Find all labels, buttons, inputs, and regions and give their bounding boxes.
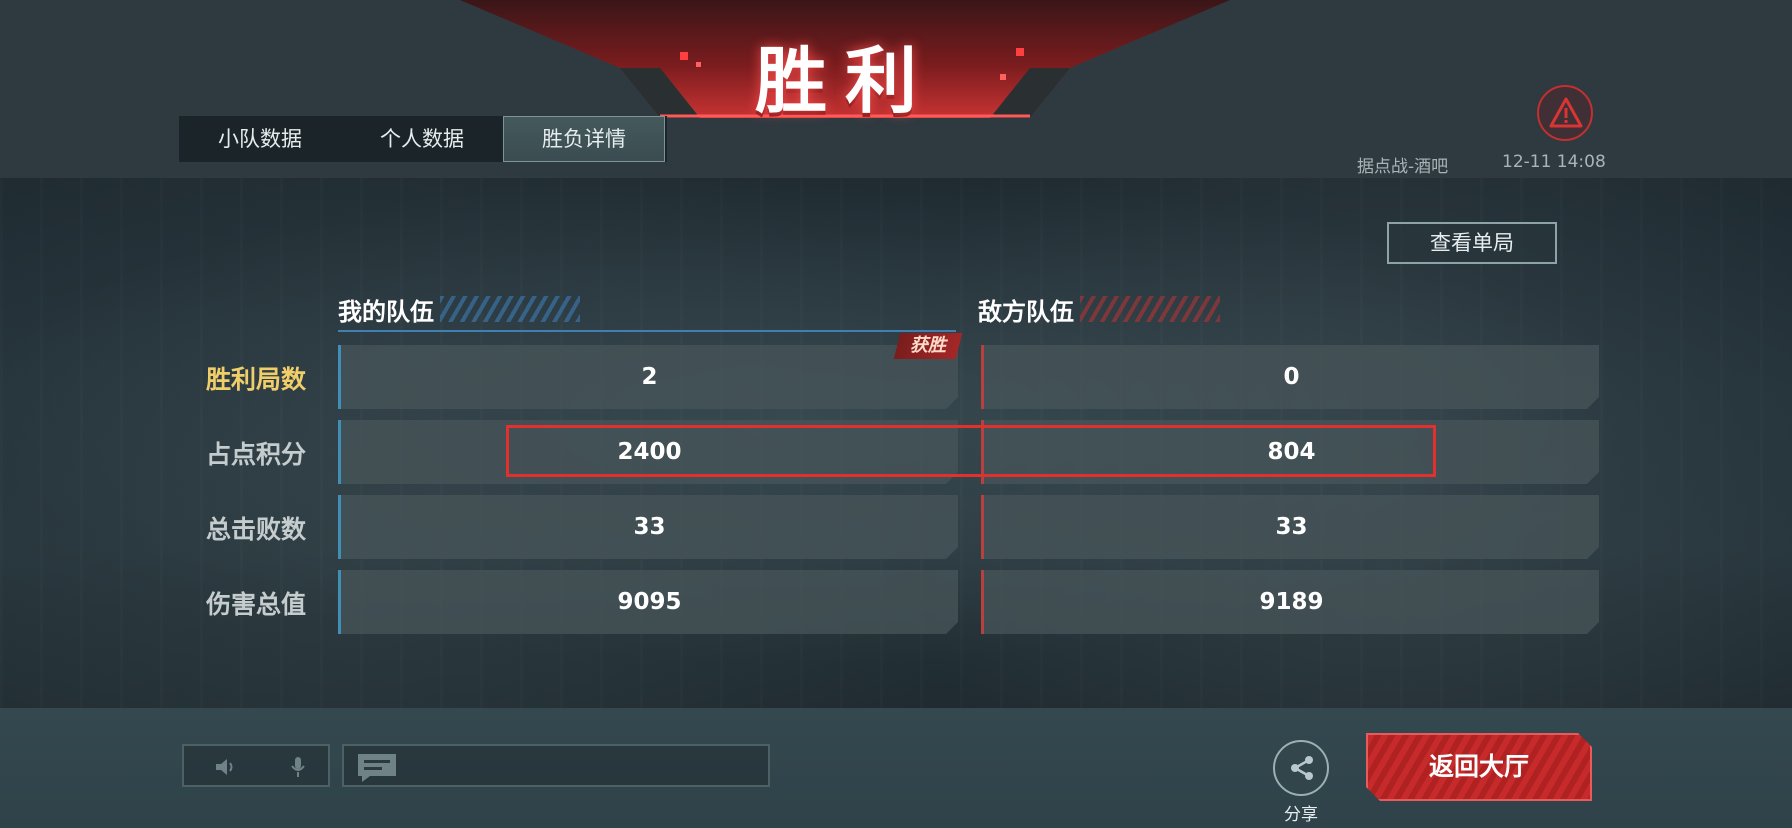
return-to-lobby-button[interactable]: 返回大厅 (1366, 733, 1592, 801)
report-button[interactable] (1537, 85, 1593, 141)
my-rounds-won: 2 (338, 345, 958, 409)
my-team-stripe (440, 296, 580, 322)
map-name: 据点战-酒吧 (1357, 157, 1449, 177)
stat-label-capture-points: 占点积分 (205, 440, 306, 469)
victory-banner: 胜利 (460, 0, 1230, 123)
speaker-icon[interactable] (214, 756, 238, 778)
my-total-damage: 9095 (338, 570, 958, 634)
enemy-team-label: 敌方队伍 (978, 298, 1074, 326)
enemy-team-stripe (1080, 296, 1220, 322)
share-label: 分享 (1284, 805, 1318, 825)
stat-label-total-kills: 总击败数 (205, 515, 306, 544)
share-button[interactable] (1273, 740, 1329, 796)
stat-label-rounds-won: 胜利局数 (205, 365, 306, 394)
result-tabs: 小队数据 个人数据 胜负详情 (179, 116, 667, 162)
victory-title: 胜利 (754, 39, 935, 123)
tab-squad-data[interactable]: 小队数据 (179, 116, 341, 162)
highlight-box (506, 425, 1436, 477)
my-team-label: 我的队伍 (338, 298, 434, 326)
victory-badge: 获胜 (893, 333, 963, 359)
chat-bubble-icon (358, 754, 396, 782)
my-total-kills: 33 (338, 495, 958, 559)
enemy-team-header: 敌方队伍 (978, 292, 1598, 330)
tab-win-loss-details[interactable]: 胜负详情 (503, 116, 665, 162)
enemy-total-kills: 33 (981, 495, 1599, 559)
chat-input[interactable] (342, 744, 770, 787)
enemy-rounds-won: 0 (981, 345, 1599, 409)
stat-label-total-damage: 伤害总值 (205, 590, 306, 619)
warning-icon (1549, 97, 1583, 128)
enemy-total-damage: 9189 (981, 570, 1599, 634)
view-single-round-button[interactable]: 查看单局 (1387, 222, 1557, 264)
voice-controls (182, 744, 330, 787)
tab-personal-data[interactable]: 个人数据 (341, 116, 503, 162)
share-icon (1291, 756, 1313, 780)
victory-badge-label: 获胜 (910, 335, 946, 356)
my-team-header: 我的队伍 (338, 292, 956, 332)
microphone-icon[interactable] (289, 755, 307, 779)
match-time: 12-11 14:08 (1502, 152, 1606, 172)
